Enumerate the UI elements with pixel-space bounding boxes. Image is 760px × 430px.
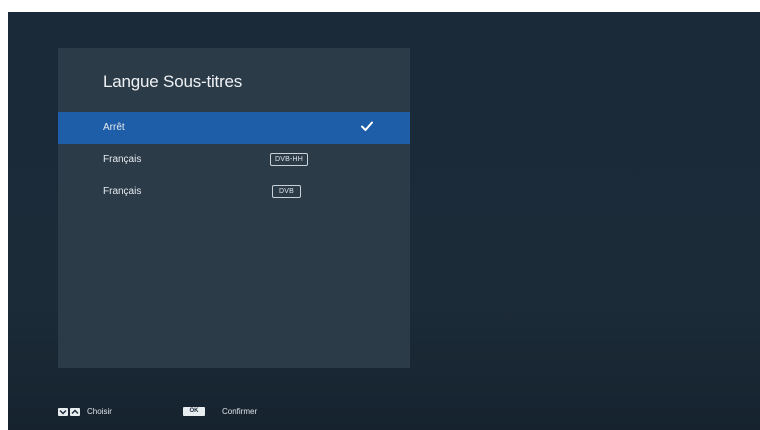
list-item-label: Arrêt bbox=[103, 122, 125, 133]
list-item-label: Français bbox=[103, 186, 142, 197]
checkmark-icon bbox=[361, 121, 373, 131]
chevron-up-icon bbox=[70, 408, 80, 416]
list-item-off[interactable]: Arrêt bbox=[58, 112, 410, 144]
footer-hint-bar: Choisir OK Confirmer bbox=[8, 402, 760, 430]
list-item-label: Français bbox=[103, 154, 142, 165]
dvb-hh-badge: DVB-HH bbox=[270, 153, 309, 166]
list-item-french-dvb-hh[interactable]: Français DVB-HH bbox=[58, 144, 410, 176]
subtitle-language-list: Arrêt Français DVB-HH Français DVB bbox=[58, 112, 410, 208]
dvb-badge: DVB bbox=[272, 185, 301, 198]
confirm-hint: Confirmer bbox=[222, 407, 258, 416]
tv-screen: Langue Sous-titres Arrêt Français DVB-HH… bbox=[8, 12, 760, 430]
ok-key-icon: OK bbox=[183, 407, 205, 416]
navigation-keys bbox=[58, 408, 80, 416]
chevron-down-icon bbox=[58, 408, 68, 416]
list-item-french-dvb[interactable]: Français DVB bbox=[58, 176, 410, 208]
navigate-hint: Choisir bbox=[87, 407, 112, 416]
subtitle-language-panel: Langue Sous-titres Arrêt Français DVB-HH… bbox=[58, 48, 410, 368]
panel-title: Langue Sous-titres bbox=[103, 72, 243, 91]
